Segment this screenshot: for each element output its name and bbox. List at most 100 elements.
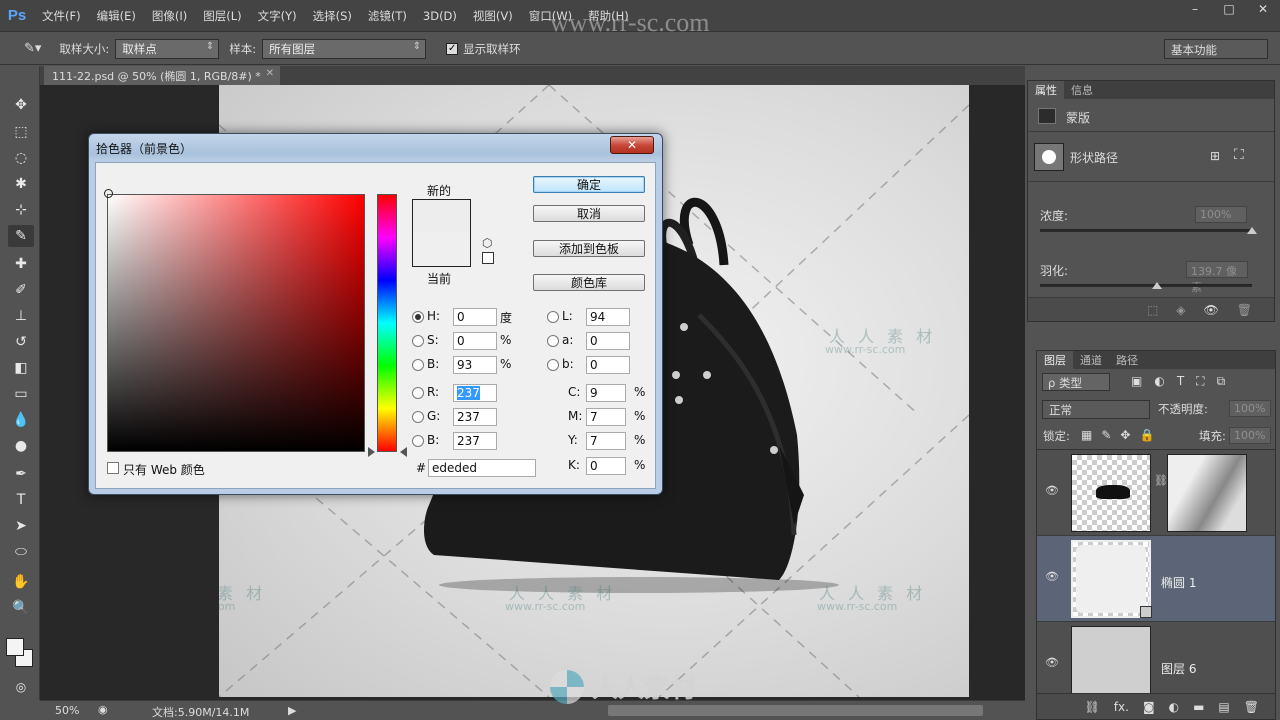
menu-type[interactable]: 文字(Y)	[250, 8, 305, 24]
new-layer-icon[interactable]: ▤	[1218, 700, 1229, 714]
hue-field[interactable]: 0	[453, 308, 497, 326]
feather-slider-handle[interactable]	[1151, 282, 1162, 289]
tab-layers[interactable]: 图层	[1037, 351, 1073, 369]
hex-field[interactable]: ededed	[428, 459, 536, 477]
fill-field[interactable]: 100%	[1229, 427, 1271, 444]
color-libraries-button[interactable]: 颜色库	[533, 274, 645, 291]
move-tool-icon[interactable]: ✥	[8, 94, 34, 116]
cyan-field[interactable]: 9	[586, 384, 626, 402]
saturation-field[interactable]: 0	[453, 332, 497, 350]
hue-slider[interactable]	[377, 194, 397, 452]
lab-a-field[interactable]: 0	[586, 332, 630, 350]
eraser-tool-icon[interactable]: ◧	[8, 357, 34, 379]
dodge-tool-icon[interactable]: ●	[8, 435, 34, 457]
document-tab[interactable]: 111-22.psd @ 50% (椭圆 1, RGB/8#) * ✕	[44, 66, 280, 85]
tab-channels[interactable]: 通道	[1073, 351, 1109, 369]
path-selection-tool-icon[interactable]: ➤	[8, 515, 34, 537]
close-window-button[interactable]: ✕	[1246, 0, 1280, 18]
lab-b-radio[interactable]	[547, 359, 559, 371]
hue-radio[interactable]	[412, 311, 424, 323]
clone-stamp-tool-icon[interactable]: ⊥	[8, 305, 34, 327]
web-safe-swatch[interactable]	[482, 252, 494, 264]
layer-filter-select[interactable]: ρ 类型	[1042, 373, 1110, 391]
layer-row[interactable]: 👁 ⛓	[1037, 450, 1275, 536]
marquee-tool-icon[interactable]: ⬚	[8, 121, 34, 143]
red-radio[interactable]	[412, 387, 424, 399]
layer-mask-thumbnail[interactable]	[1167, 454, 1247, 532]
red-field[interactable]: 237	[453, 384, 497, 402]
feather-slider[interactable]	[1040, 284, 1252, 287]
ellipse-tool-icon[interactable]: ⬭	[8, 541, 34, 563]
filter-shape-icon[interactable]: ⛶	[1196, 374, 1204, 389]
history-brush-tool-icon[interactable]: ↺	[8, 331, 34, 353]
color-field-marker[interactable]	[104, 189, 113, 198]
apply-mask-icon[interactable]: ◈	[1176, 303, 1185, 317]
new-group-icon[interactable]: ▬	[1193, 700, 1204, 714]
lock-pixels-icon[interactable]: ✎	[1101, 428, 1111, 442]
layer-row-selected[interactable]: 👁 椭圆 1	[1037, 536, 1275, 622]
sample-size-select[interactable]: 取样点	[115, 38, 220, 59]
filter-adjustment-icon[interactable]: ◐	[1154, 374, 1164, 389]
tab-properties[interactable]: 属性	[1028, 81, 1064, 99]
eyedropper-tool-icon[interactable]: ✎	[8, 225, 34, 247]
lab-b-field[interactable]: 0	[586, 356, 630, 374]
magic-wand-tool-icon[interactable]: ✱	[8, 173, 34, 195]
menu-file[interactable]: 文件(F)	[34, 8, 89, 24]
status-info-icon[interactable]: ◉	[98, 703, 108, 716]
filter-smart-object-icon[interactable]: ⧉	[1217, 374, 1226, 389]
brush-tool-icon[interactable]: ✐	[8, 279, 34, 301]
saturation-brightness-field[interactable]	[107, 194, 365, 452]
brightness-radio[interactable]	[412, 359, 424, 371]
density-field[interactable]: 100%	[1195, 206, 1247, 223]
foreground-color-swatch[interactable]	[6, 638, 24, 656]
feather-field[interactable]: 139.7 像素	[1186, 261, 1248, 294]
yellow-field[interactable]: 7	[586, 432, 626, 450]
saturation-radio[interactable]	[412, 335, 424, 347]
link-layers-icon[interactable]: ⛓	[1085, 700, 1100, 714]
visibility-eye-icon[interactable]: 👁	[1045, 656, 1059, 669]
filter-pixel-icon[interactable]: ▣	[1131, 374, 1142, 389]
type-tool-icon[interactable]: T	[8, 489, 34, 511]
zoom-tool-icon[interactable]: 🔍	[8, 597, 34, 619]
toggle-mask-visibility-icon[interactable]: 👁	[1204, 303, 1219, 317]
green-radio[interactable]	[412, 411, 424, 423]
close-tab-icon[interactable]: ✕	[266, 68, 274, 79]
density-slider[interactable]	[1040, 229, 1252, 232]
blur-tool-icon[interactable]: 💧	[8, 409, 34, 431]
menu-layer[interactable]: 图层(L)	[195, 8, 249, 24]
workspace-select[interactable]: 基本功能	[1164, 39, 1268, 59]
sample-select[interactable]: 所有图层	[262, 38, 427, 59]
tab-info[interactable]: 信息	[1064, 81, 1100, 99]
ok-button[interactable]: 确定	[533, 176, 645, 193]
quick-mask-icon[interactable]: ◎	[8, 676, 34, 698]
delete-layer-icon[interactable]: 🗑	[1244, 700, 1259, 714]
out-of-gamut-cube-icon[interactable]: ⬡	[482, 236, 492, 250]
healing-brush-tool-icon[interactable]: ✚	[8, 253, 34, 275]
menu-image[interactable]: 图像(I)	[144, 8, 195, 24]
show-ring-checkbox[interactable]: ✓	[446, 42, 459, 55]
hue-slider-left-arrow[interactable]	[368, 447, 375, 457]
cancel-button[interactable]: 取消	[533, 205, 645, 222]
density-slider-handle[interactable]	[1247, 227, 1257, 234]
filter-type-icon[interactable]: T	[1177, 374, 1184, 389]
tab-paths[interactable]: 路径	[1109, 351, 1145, 369]
hand-tool-icon[interactable]: ✋	[8, 571, 34, 593]
opacity-field[interactable]: 100%	[1229, 400, 1271, 417]
menu-select[interactable]: 选择(S)	[305, 8, 360, 24]
horizontal-scrollbar[interactable]	[608, 705, 983, 716]
menu-view[interactable]: 视图(V)	[465, 8, 521, 24]
menu-3d[interactable]: 3D(D)	[415, 9, 465, 23]
crop-tool-icon[interactable]: ⊹	[8, 199, 34, 221]
minimize-button[interactable]: –	[1178, 0, 1212, 18]
adjustment-layer-icon[interactable]: ◐	[1169, 700, 1179, 714]
menu-filter[interactable]: 滤镜(T)	[360, 8, 415, 24]
lock-position-icon[interactable]: ✥	[1120, 428, 1130, 442]
blue-field[interactable]: 237	[453, 432, 497, 450]
visibility-eye-icon[interactable]: 👁	[1045, 570, 1059, 583]
menu-edit[interactable]: 编辑(E)	[89, 8, 144, 24]
add-mask-icon[interactable]: ◙	[1143, 700, 1155, 714]
lab-l-field[interactable]: 94	[586, 308, 630, 326]
lab-a-radio[interactable]	[547, 335, 559, 347]
hue-slider-right-arrow[interactable]	[400, 447, 407, 457]
black-field[interactable]: 0	[586, 457, 626, 475]
